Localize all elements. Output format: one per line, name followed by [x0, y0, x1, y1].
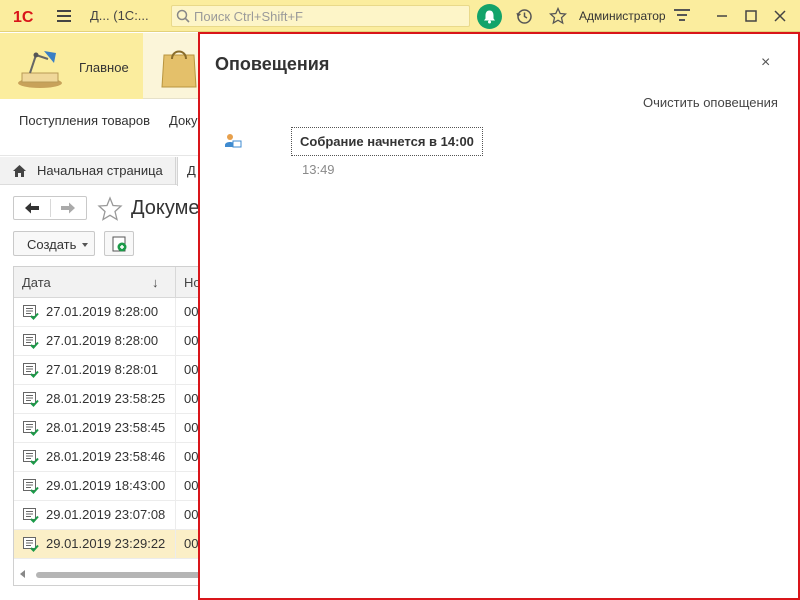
cell-date: 29.01.2019 23:29:22 [46, 536, 166, 551]
notifications-panel: Оповещения × Очистить оповещения Собрани… [198, 32, 800, 600]
table-row[interactable]: 28.01.2019 23:58:46 00 [14, 443, 212, 472]
cell-date: 29.01.2019 18:43:00 [46, 478, 166, 493]
cell-date: 27.01.2019 8:28:01 [46, 362, 159, 377]
shopping-bag-icon[interactable] [160, 43, 198, 89]
bell-icon [484, 10, 495, 24]
notifications-title: Оповещения [215, 54, 330, 74]
function-documents-link[interactable]: Доку [169, 113, 198, 128]
home-icon [13, 165, 26, 177]
posted-document-icon [23, 450, 39, 465]
create-button[interactable]: Создать [13, 231, 95, 256]
back-arrow-icon[interactable] [24, 201, 40, 215]
minimize-icon[interactable] [712, 6, 732, 26]
table-row[interactable]: 27.01.2019 8:28:00 00 [14, 298, 212, 327]
posted-document-icon [23, 392, 39, 407]
table-row[interactable]: 29.01.2019 23:07:08 00 [14, 501, 212, 530]
maximize-icon[interactable] [741, 6, 761, 26]
cell-number: 00 [184, 391, 199, 406]
1c-logo-icon[interactable]: 1C [13, 7, 43, 25]
cell-number: 00 [184, 333, 199, 348]
svg-text:1C: 1C [13, 9, 34, 25]
cell-number: 00 [184, 304, 199, 319]
main-menu-icon[interactable] [57, 10, 71, 22]
forward-arrow-icon[interactable] [60, 201, 76, 215]
cell-date: 27.01.2019 8:28:00 [46, 304, 159, 319]
sort-arrow-icon[interactable]: ↓ [152, 275, 159, 290]
cell-number: 00 [184, 507, 199, 522]
dropdown-caret-icon [82, 243, 88, 247]
search-input[interactable]: Поиск Ctrl+Shift+F [171, 5, 470, 27]
table-row[interactable]: 29.01.2019 18:43:00 00 [14, 472, 212, 501]
cell-number: 00 [184, 536, 199, 551]
cell-date: 27.01.2019 8:28:00 [46, 333, 159, 348]
history-icon[interactable] [516, 8, 533, 25]
spreadsheet-add-icon [112, 236, 127, 252]
table-row[interactable]: 28.01.2019 23:58:45 00 [14, 414, 212, 443]
section-main-label: Главное [79, 60, 129, 75]
table-row[interactable]: 29.01.2019 23:29:22 00 [14, 530, 212, 559]
table-row[interactable]: 28.01.2019 23:58:25 00 [14, 385, 212, 414]
clear-notifications-link[interactable]: Очистить оповещения [643, 95, 778, 110]
posted-document-icon [23, 421, 39, 436]
notifications-button[interactable] [477, 4, 502, 29]
table-row[interactable]: 27.01.2019 8:28:01 00 [14, 356, 212, 385]
section-main[interactable]: Главное [0, 33, 143, 99]
cell-date: 28.01.2019 23:58:46 [46, 449, 166, 464]
table-header: Дата ↓ Но [14, 267, 212, 298]
cell-number: 00 [184, 478, 199, 493]
search-placeholder: Поиск Ctrl+Shift+F [194, 9, 303, 24]
posted-document-icon [23, 305, 39, 320]
horizontal-scrollbar[interactable] [36, 572, 206, 578]
cell-date: 28.01.2019 23:58:45 [46, 420, 166, 435]
navigation-buttons [13, 196, 87, 220]
cell-number: 00 [184, 420, 199, 435]
scroll-left-arrow-icon[interactable] [20, 570, 25, 578]
cell-number: 00 [184, 449, 199, 464]
add-to-favorites-icon[interactable] [97, 196, 123, 222]
tab-documents-label: Д [187, 163, 196, 178]
cell-number: 00 [184, 362, 199, 377]
cell-date: 28.01.2019 23:58:25 [46, 391, 166, 406]
favorites-star-icon[interactable] [549, 7, 567, 25]
close-notifications-icon[interactable]: × [761, 54, 770, 72]
settings-menu-icon[interactable] [674, 9, 690, 23]
excel-button[interactable] [104, 231, 134, 256]
documents-table[interactable]: Дата ↓ Но 27.01.2019 8:28:00 00 27.01.2019… [13, 266, 213, 586]
function-receipts-link[interactable]: Поступления товаров [19, 113, 150, 128]
desk-lamp-icon [18, 51, 62, 88]
tab-home-label: Начальная страница [37, 163, 163, 178]
posted-document-icon [23, 508, 39, 523]
table-row[interactable]: 27.01.2019 8:28:00 00 [14, 327, 212, 356]
app-title: Д... (1С:... [90, 8, 149, 23]
posted-document-icon [23, 479, 39, 494]
title-bar: 1C Д... (1С:... Поиск Ctrl+Shift+F Админ… [0, 0, 800, 32]
user-message-icon [225, 134, 242, 148]
notification-time: 13:49 [302, 162, 335, 177]
posted-document-icon [23, 537, 39, 552]
user-name[interactable]: Администратор [579, 9, 666, 23]
tab-home-page[interactable]: Начальная страница [0, 157, 176, 185]
posted-document-icon [23, 363, 39, 378]
close-window-icon[interactable] [770, 6, 790, 26]
posted-document-icon [23, 334, 39, 349]
create-button-label: Создать [27, 237, 77, 252]
column-header-date[interactable]: Дата [22, 275, 51, 290]
notification-message[interactable]: Собрание начнется в 14:00 [291, 127, 483, 156]
search-icon [176, 9, 190, 23]
cell-date: 29.01.2019 23:07:08 [46, 507, 166, 522]
